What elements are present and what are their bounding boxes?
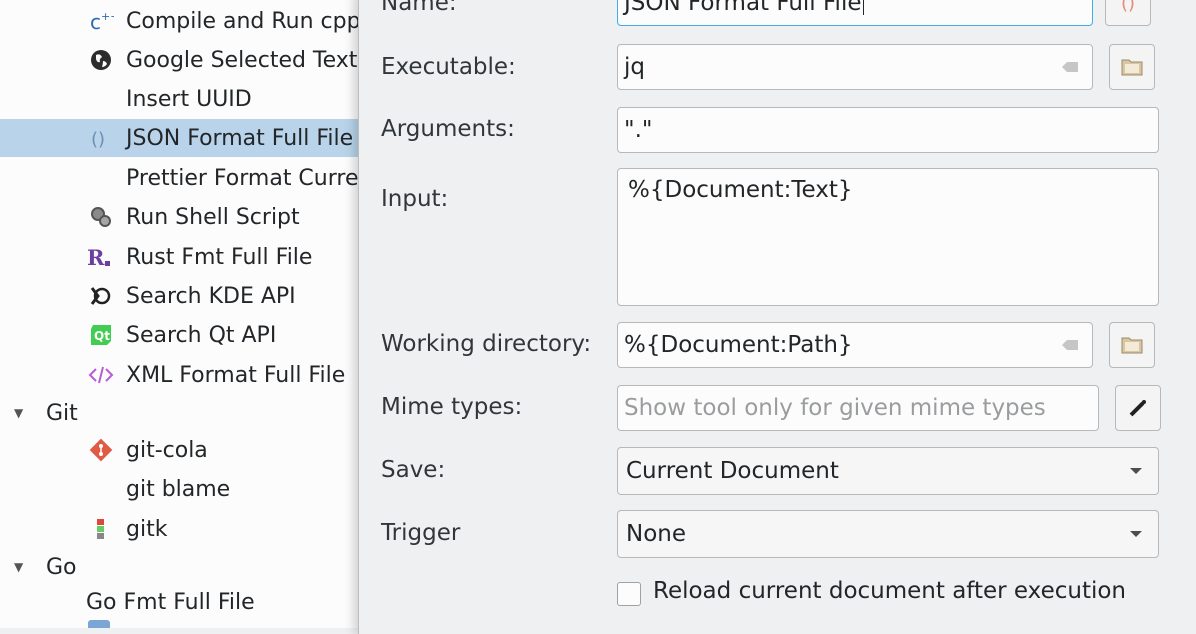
partial-item-icon (88, 620, 110, 628)
tree-item-label: Compile and Run cpp (126, 8, 360, 34)
tree-item-insert-uuid[interactable]: Insert UUID (0, 80, 360, 118)
mime-types-field[interactable]: Show tool only for given mime types (617, 385, 1099, 431)
svg-text:++: ++ (101, 10, 114, 23)
mime-placeholder: Show tool only for given mime types (624, 395, 1046, 421)
tree-item-label: Insert UUID (126, 86, 252, 112)
trigger-label: Trigger (381, 520, 461, 546)
tree-item-json-format[interactable]: () JSON Format Full File (0, 119, 360, 157)
chevron-down-icon[interactable]: ▼ (14, 406, 23, 420)
trigger-combobox[interactable]: None (617, 510, 1159, 558)
workdir-field[interactable]: %{Document:Path} (617, 322, 1093, 368)
icon-picker-button[interactable]: () (1105, 0, 1151, 26)
tree-item-go-fmt[interactable]: Go Fmt Full File (0, 583, 360, 621)
tree-item-rust-fmt[interactable]: R Rust Fmt Full File (0, 238, 360, 276)
save-combobox[interactable]: Current Document (617, 447, 1159, 495)
clear-icon[interactable] (1062, 340, 1078, 350)
json-braces-icon: () (1120, 0, 1136, 14)
tree-group-git[interactable]: ▼ Git (0, 394, 360, 432)
git-cola-icon (86, 435, 116, 465)
tree-item-label: Search Qt API (126, 322, 277, 348)
executable-label: Executable: (381, 54, 516, 80)
input-label: Input: (381, 186, 449, 212)
tree-item-git-cola[interactable]: git-cola (0, 431, 360, 469)
text-cursor (862, 0, 864, 15)
tree-item-label: Go Fmt Full File (86, 589, 255, 615)
name-field[interactable]: JSON Format Full File (617, 0, 1093, 26)
arguments-field[interactable]: "." (617, 107, 1159, 153)
qt-icon: Qt (86, 320, 116, 350)
tree-item-search-qt[interactable]: Qt Search Qt API (0, 316, 360, 354)
folder-icon (1121, 59, 1143, 76)
tree-item-label: XML Format Full File (126, 362, 346, 388)
tree-item-label: git blame (126, 476, 231, 502)
tree-item-prettier[interactable]: Prettier Format Current (0, 159, 360, 197)
tree-item-run-shell[interactable]: Run Shell Script (0, 198, 360, 236)
dropdown-arrow-icon (1130, 531, 1142, 537)
svg-text:Qt: Qt (94, 329, 110, 343)
tree-item-search-kde[interactable]: Search KDE API (0, 277, 360, 315)
tool-editor-dialog: Name: JSON Format Full File () Executabl… (358, 0, 1196, 634)
mime-picker-button[interactable] (1115, 385, 1161, 431)
tree-item-label: Run Shell Script (126, 204, 300, 230)
tree-group-label: Go (46, 554, 77, 580)
tree-item-label: Prettier Format Current (126, 165, 360, 191)
executable-label-text: Executable: (381, 54, 516, 80)
tree-item-label: git-cola (126, 437, 208, 463)
arguments-label: Arguments: (381, 116, 515, 142)
svg-text:R: R (87, 245, 105, 270)
tree-item-label: gitk (126, 516, 168, 542)
folder-icon (1121, 337, 1143, 354)
executable-field[interactable]: jq (617, 44, 1093, 90)
tree-item-google-search[interactable]: Google Selected Text (0, 41, 360, 79)
xml-icon (86, 360, 116, 390)
dropdown-arrow-icon (1130, 468, 1142, 474)
tree-item-label: Rust Fmt Full File (126, 244, 313, 270)
chevron-down-icon[interactable]: ▼ (14, 560, 23, 574)
workdir-value: %{Document:Path} (624, 332, 853, 358)
workdir-label: Working directory: (381, 331, 592, 357)
tree-item-xml-format[interactable]: XML Format Full File (0, 356, 360, 394)
tree-item-compile-run[interactable]: c++ Compile and Run cpp (0, 2, 360, 40)
reload-checkbox[interactable] (617, 582, 641, 606)
svg-text:(): () (91, 129, 105, 150)
reload-checkbox-label[interactable]: Reload current document after execution (653, 578, 1126, 604)
compile-icon: c++ (86, 6, 116, 36)
executable-value: jq (624, 54, 645, 80)
mime-label: Mime types: (381, 394, 523, 420)
globe-icon (86, 45, 116, 75)
input-textarea[interactable]: %{Document:Text} (617, 168, 1159, 306)
input-value: %{Document:Text} (628, 177, 853, 203)
shell-script-icon (86, 202, 116, 232)
json-braces-icon: () (86, 123, 116, 153)
clear-icon[interactable] (1062, 62, 1078, 72)
name-field-value: JSON Format Full File (624, 0, 862, 16)
tree-item-label: JSON Format Full File (126, 125, 354, 151)
kde-icon (86, 281, 116, 311)
tree-item-gitk[interactable]: gitk (0, 510, 360, 548)
tree-group-go[interactable]: ▼ Go (0, 548, 360, 586)
tree-group-label: Git (46, 400, 78, 426)
browse-workdir-button[interactable] (1109, 322, 1155, 368)
tools-tree: c++ Compile and Run cpp Google Selected … (0, 0, 360, 628)
wand-icon (1129, 400, 1146, 417)
save-value: Current Document (626, 458, 839, 484)
name-label: Name: (381, 0, 457, 16)
browse-executable-button[interactable] (1109, 44, 1155, 90)
rust-icon: R (86, 242, 116, 272)
tree-item-label: Google Selected Text (126, 47, 358, 73)
gitk-icon (86, 514, 116, 544)
save-label: Save: (381, 457, 446, 483)
arguments-value: "." (624, 117, 653, 143)
svg-text:c: c (90, 10, 101, 34)
tree-item-git-blame[interactable]: git blame (0, 470, 360, 508)
trigger-value: None (626, 521, 687, 547)
tree-item-label: Search KDE API (126, 283, 296, 309)
